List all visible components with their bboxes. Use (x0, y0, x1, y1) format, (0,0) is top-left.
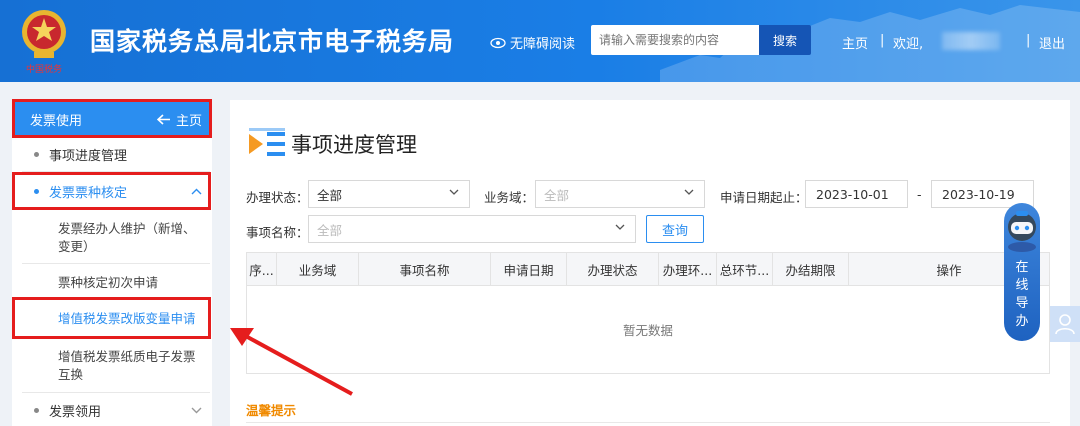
site-header: 中国税务 国家税务总局北京市电子税务局 无障碍阅读 搜索 主页 | 欢迎, | … (0, 0, 1080, 82)
column-header[interactable]: 业务域 (277, 253, 359, 286)
chevron-down-icon (684, 189, 694, 195)
column-header[interactable]: 办理状态 (567, 253, 659, 286)
progress-table: 序... 业务域 事项名称 申请日期 办理状态 办理环... 总环节... 办结… (246, 252, 1050, 374)
sidebar-item-progress[interactable]: 事项进度管理 (12, 138, 212, 171)
domain-label: 业务域： (484, 190, 535, 205)
query-button[interactable]: 查询 (646, 215, 704, 243)
chevron-down-icon (191, 407, 202, 413)
divider (22, 392, 210, 393)
sub-item-initial-apply[interactable]: 票种核定初次申请 (12, 271, 212, 295)
chevron-down-icon (615, 224, 625, 230)
domain-select[interactable]: 全部 (535, 180, 705, 208)
site-title: 国家税务总局北京市电子税务局 (90, 27, 455, 56)
sidebar: 发票使用 主页 事项进度管理 发票票种核定 发票经办人维护（新增、变更） 票种核… (12, 100, 212, 426)
domain-select-placeholder: 全部 (544, 187, 570, 203)
date-start-input[interactable]: 2023-10-01 (805, 180, 908, 208)
date-dash: - (917, 187, 922, 202)
assistant-label: 在 线 导 办 (1015, 260, 1029, 329)
status-select[interactable]: 全部 (308, 180, 470, 208)
date-range-label: 申请日期起止： (720, 190, 808, 205)
accessibility-label: 无障碍阅读 (510, 37, 576, 52)
table-header: 序... 业务域 事项名称 申请日期 办理状态 办理环... 总环节... 办结… (247, 253, 1049, 286)
divider (22, 263, 210, 264)
username-blurred (942, 32, 1000, 50)
sub-item-label: 票种核定初次申请 (58, 275, 159, 290)
eye-icon (490, 37, 506, 48)
sidebar-item-label: 事项进度管理 (49, 149, 128, 164)
progress-title-icon (249, 128, 285, 156)
red-arrow-annotation (230, 328, 353, 396)
sub-item-operator[interactable]: 发票经办人维护（新增、变更） (12, 218, 212, 258)
welcome-text: 欢迎, (893, 37, 924, 52)
search-input[interactable] (591, 25, 759, 55)
column-header[interactable]: 办结期限 (773, 253, 849, 286)
bullet-icon (34, 407, 39, 413)
item-name-select[interactable]: 全部 (308, 215, 636, 243)
divider (246, 422, 1050, 423)
assistant-avatar-icon (1008, 211, 1036, 252)
bullet-icon (34, 152, 39, 157)
accessibility-link[interactable]: 无障碍阅读 (490, 33, 575, 52)
sidebar-item-invoice-receive[interactable]: 发票领用 (12, 396, 212, 424)
column-header[interactable]: 申请日期 (491, 253, 567, 286)
highlight-box (12, 99, 212, 138)
nav-separator: | (880, 33, 885, 48)
user-icon (1055, 314, 1075, 335)
tax-emblem-logo: 中国税务 (22, 10, 66, 75)
nav-separator: | (1026, 33, 1031, 48)
search-button[interactable]: 搜索 (759, 25, 811, 55)
tips-title: 温馨提示 (246, 403, 297, 418)
column-header[interactable]: 总环节... (717, 253, 773, 286)
column-header[interactable]: 办理环... (659, 253, 717, 286)
highlight-box (12, 172, 211, 210)
user-service-tab[interactable] (1050, 306, 1080, 342)
logout-link[interactable]: 退出 (1039, 33, 1065, 52)
item-name-placeholder: 全部 (317, 222, 343, 238)
home-link[interactable]: 主页 (842, 33, 868, 52)
column-header[interactable]: 序... (247, 253, 277, 286)
empty-state: 暂无数据 (622, 323, 673, 338)
sidebar-item-label: 发票领用 (49, 404, 102, 420)
emblem-caption: 中国税务 (26, 63, 62, 75)
sub-item-label: 增值税发票纸质电子发票互换 (58, 349, 196, 382)
sub-item-paper-exchange[interactable]: 增值税发票纸质电子发票互换 (12, 346, 212, 386)
item-name-label: 事项名称： (246, 225, 309, 240)
highlight-box (12, 297, 211, 339)
column-header[interactable]: 事项名称 (359, 253, 491, 286)
status-label: 办理状态： (246, 190, 309, 205)
status-select-value: 全部 (317, 187, 343, 203)
chevron-down-icon (449, 189, 459, 195)
page-title: 事项进度管理 (291, 133, 417, 157)
sub-item-label: 发票经办人维护（新增、变更） (58, 221, 196, 254)
